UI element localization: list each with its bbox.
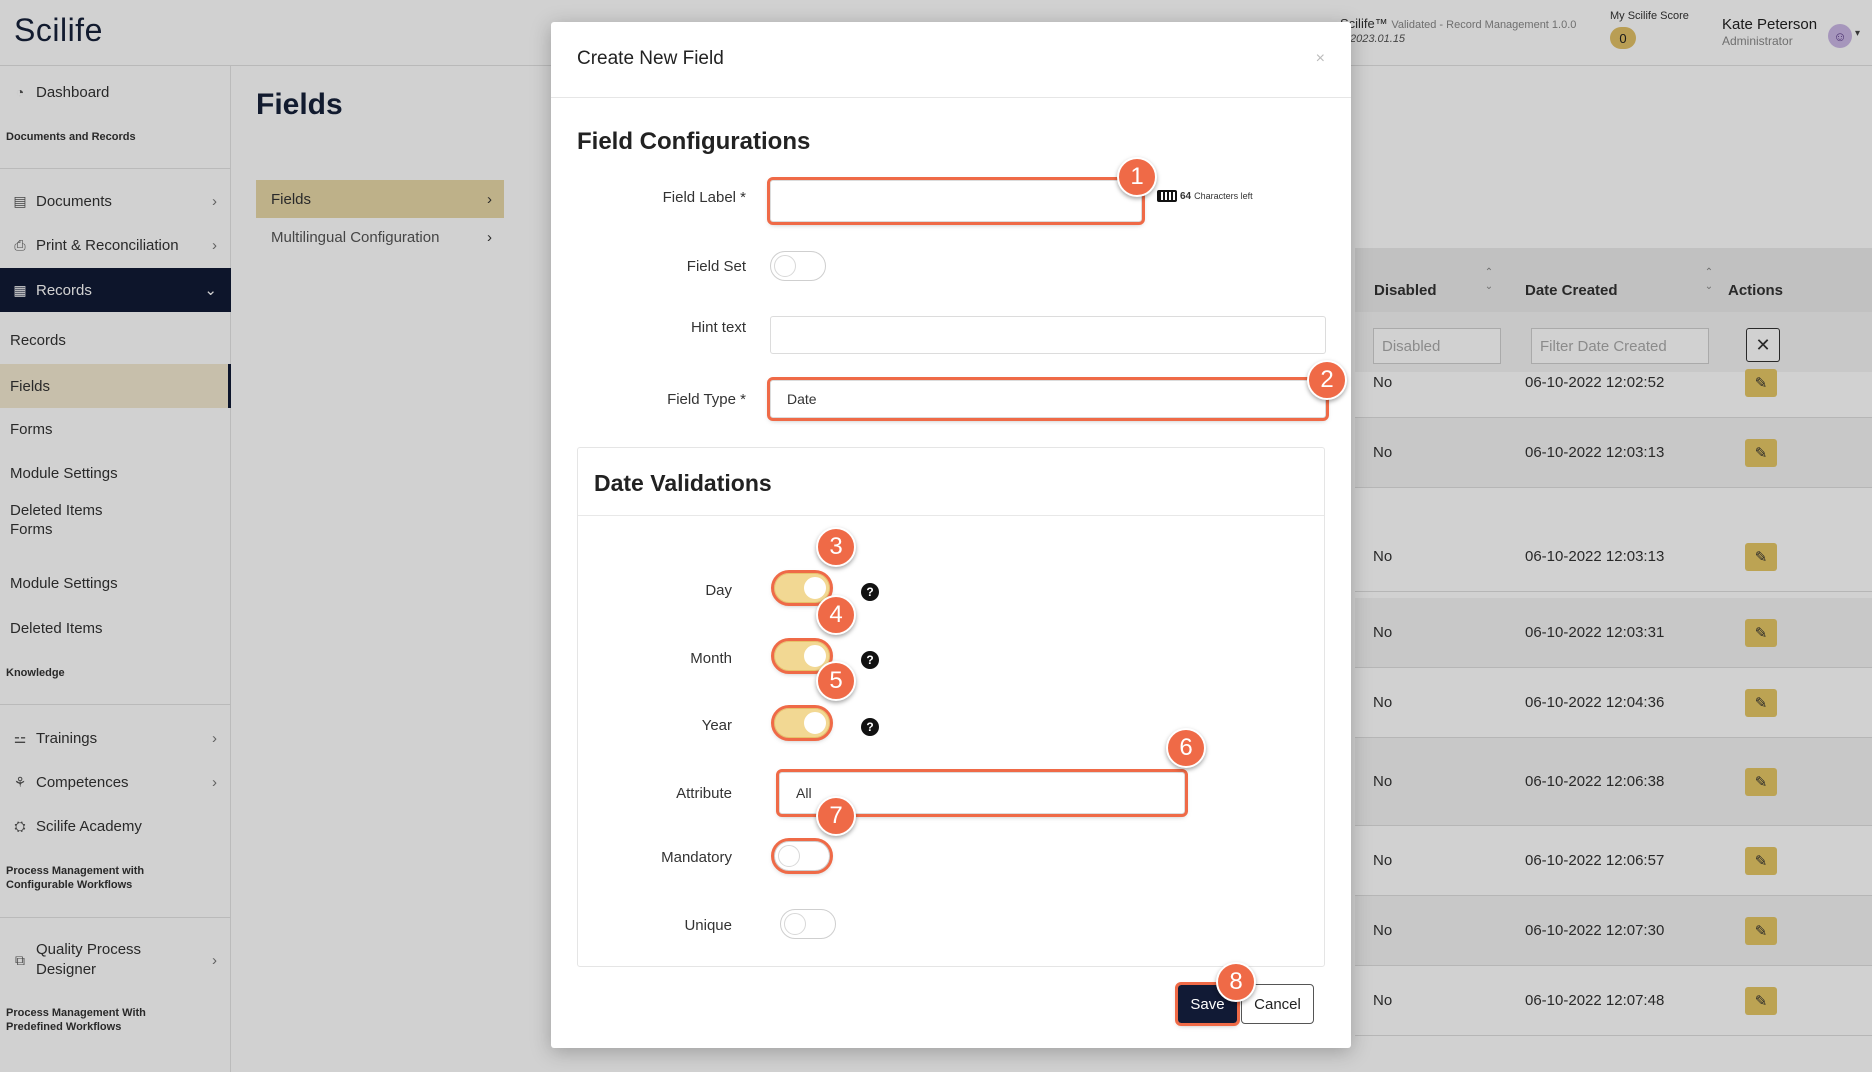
help-icon[interactable]: ?	[861, 583, 879, 601]
toggle-knob	[804, 577, 826, 599]
field-label-label: Field Label *	[662, 189, 746, 206]
keyboard-icon	[1157, 190, 1177, 202]
month-label: Month	[690, 650, 732, 667]
modal-header: Create New Field ×	[551, 22, 1351, 98]
create-field-modal: Create New Field × Field Configurations …	[551, 22, 1351, 1048]
hint-text-input[interactable]	[770, 316, 1326, 354]
callout-badge: 6	[1166, 728, 1206, 768]
date-validations-panel: Date Validations Day ? Month ? Year ? At…	[577, 447, 1325, 967]
field-type-select[interactable]: Date	[767, 377, 1329, 421]
toggle-knob	[778, 845, 800, 867]
field-set-toggle[interactable]	[770, 251, 826, 281]
character-counter: 64 Characters left	[1157, 190, 1253, 202]
mandatory-toggle[interactable]	[771, 838, 833, 874]
toggle-knob	[804, 712, 826, 734]
hint-text-label: Hint text	[690, 319, 746, 336]
toggle-knob	[774, 255, 796, 277]
field-type-label: Field Type *	[667, 391, 746, 408]
field-set-label: Field Set	[686, 258, 746, 275]
attribute-label: Attribute	[676, 785, 732, 802]
characters-left-text: Characters left	[1194, 191, 1253, 201]
toggle-knob	[784, 913, 806, 935]
callout-badge: 8	[1216, 962, 1256, 1002]
mandatory-label: Mandatory	[661, 849, 732, 866]
callout-badge: 4	[816, 595, 856, 635]
day-toggle[interactable]	[771, 570, 833, 606]
day-label: Day	[705, 582, 732, 599]
callout-badge: 5	[816, 661, 856, 701]
panel-title-date-validations: Date Validations	[594, 470, 772, 496]
help-icon[interactable]: ?	[861, 651, 879, 669]
modal-title: Create New Field	[577, 48, 724, 69]
callout-badge: 1	[1117, 157, 1157, 197]
help-icon[interactable]: ?	[861, 718, 879, 736]
unique-toggle[interactable]	[780, 909, 836, 939]
characters-left-count: 64	[1180, 190, 1192, 202]
callout-badge: 2	[1307, 360, 1347, 400]
section-title-field-configurations: Field Configurations	[577, 128, 811, 155]
year-toggle[interactable]	[771, 705, 833, 741]
close-icon[interactable]: ×	[1316, 50, 1325, 68]
panel-header: Date Validations	[578, 448, 1324, 516]
unique-label: Unique	[684, 917, 732, 934]
callout-badge: 3	[816, 527, 856, 567]
callout-badge: 7	[816, 796, 856, 836]
field-label-input[interactable]	[767, 177, 1145, 225]
year-label: Year	[701, 717, 732, 734]
toggle-knob	[804, 645, 826, 667]
